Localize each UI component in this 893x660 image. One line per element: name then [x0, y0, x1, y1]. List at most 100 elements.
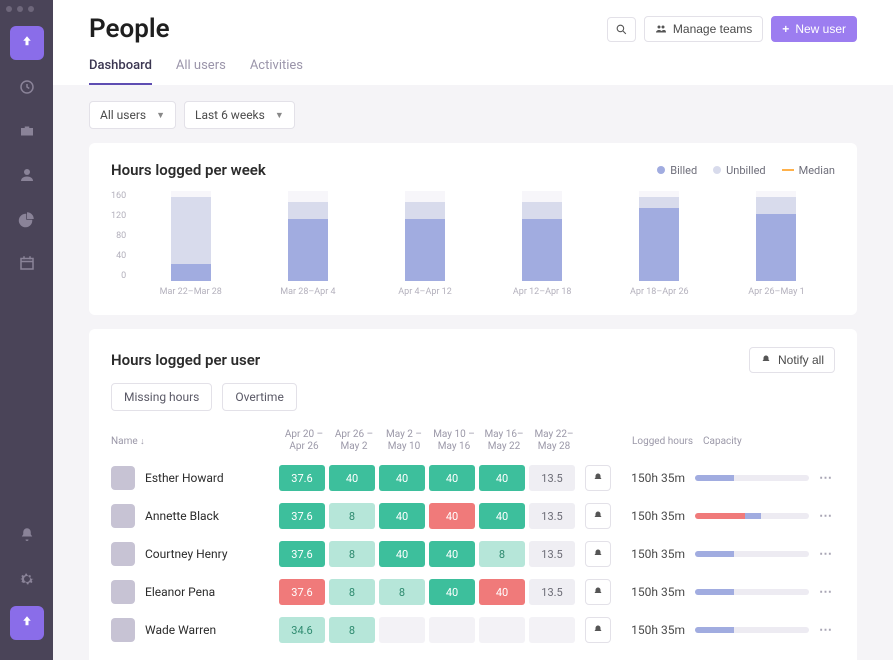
capacity-bar: [695, 475, 809, 481]
avatar: [111, 580, 135, 604]
hours-cell: 8: [329, 541, 375, 567]
col-week: May 10 –May 16: [429, 429, 479, 453]
user-row: Annette Black37.6840404013.5150h 35m⋯: [111, 497, 835, 535]
gear-icon[interactable]: [10, 562, 44, 596]
user-name: Eleanor Pena: [145, 585, 215, 599]
chart-bar: Mar 28–Apr 4: [249, 191, 366, 297]
capacity-bar: [695, 589, 809, 595]
notify-all-button[interactable]: Notify all: [749, 347, 835, 373]
col-logged: Logged hours: [619, 436, 703, 447]
hours-cell: 40: [379, 465, 425, 491]
user-name: Annette Black: [145, 509, 219, 523]
avatar: [111, 466, 135, 490]
user-row: Courtney Henry37.684040813.5150h 35m⋯: [111, 535, 835, 573]
main-area: People Manage teams +New user Dashboard A…: [53, 0, 893, 660]
hours-cell: 40: [329, 465, 375, 491]
user-filter[interactable]: All users▼: [89, 101, 176, 129]
user-row: Esther Howard37.64040404013.5150h 35m⋯: [111, 459, 835, 497]
tab-all-users[interactable]: All users: [176, 58, 226, 85]
hours-cell: 13.5: [529, 579, 575, 605]
user-name: Courtney Henry: [145, 547, 228, 561]
search-button[interactable]: [607, 17, 636, 42]
chevron-down-icon: ▼: [156, 110, 165, 121]
row-more-button[interactable]: ⋯: [817, 471, 835, 486]
manage-teams-button[interactable]: Manage teams: [644, 16, 763, 42]
hours-cell: 8: [329, 503, 375, 529]
user-name: Esther Howard: [145, 471, 224, 485]
col-week: May 16–May 22: [479, 429, 529, 453]
row-more-button[interactable]: ⋯: [817, 509, 835, 524]
row-more-button[interactable]: ⋯: [817, 547, 835, 562]
hours-cell: 40: [429, 465, 475, 491]
hours-cell: 34.6: [279, 617, 325, 643]
hours-cell: 40: [379, 503, 425, 529]
hours-cell: 13.5: [529, 541, 575, 567]
pie-chart-icon[interactable]: [10, 202, 44, 236]
hours-cell: 37.6: [279, 541, 325, 567]
hours-cell: 40: [379, 541, 425, 567]
per-user-card: Hours logged per user Notify all Missing…: [89, 329, 857, 660]
hours-cell: 40: [429, 579, 475, 605]
tab-dashboard[interactable]: Dashboard: [89, 58, 152, 85]
hours-cell: 13.5: [529, 503, 575, 529]
logged-hours: 150h 35m: [611, 585, 695, 599]
chart-bar: Mar 22–Mar 28: [132, 191, 249, 297]
logo-upload-icon[interactable]: [10, 606, 44, 640]
user-row: Eleanor Pena37.688404013.5150h 35m⋯: [111, 573, 835, 611]
col-name[interactable]: Name ↓: [111, 436, 279, 447]
hours-cell: 37.6: [279, 579, 325, 605]
clock-icon[interactable]: [10, 70, 44, 104]
capacity-bar: [695, 513, 809, 519]
hours-cell: 37.6: [279, 465, 325, 491]
capacity-bar: [695, 627, 809, 633]
col-week: Apr 26 –May 2: [329, 429, 379, 453]
col-capacity: Capacity: [703, 436, 817, 447]
hours-cell: 40: [429, 503, 475, 529]
chart-legend: Billed Unbilled Median: [657, 164, 835, 177]
hours-cell: [529, 617, 575, 643]
calendar-icon[interactable]: [10, 246, 44, 280]
chart-bar: Apr 26–May 1: [718, 191, 835, 297]
user-icon[interactable]: [10, 158, 44, 192]
hours-cell: 40: [479, 465, 525, 491]
new-user-button[interactable]: +New user: [771, 16, 857, 42]
notify-user-button[interactable]: [585, 617, 611, 643]
bell-icon[interactable]: [10, 518, 44, 552]
hours-cell: 40: [479, 579, 525, 605]
col-week: Apr 20 –Apr 26: [279, 429, 329, 453]
logged-hours: 150h 35m: [611, 509, 695, 523]
hours-cell: 8: [329, 579, 375, 605]
hours-cell: 8: [379, 579, 425, 605]
briefcase-icon[interactable]: [10, 114, 44, 148]
logged-hours: 150h 35m: [611, 623, 695, 637]
capacity-bar: [695, 551, 809, 557]
row-more-button[interactable]: ⋯: [817, 585, 835, 600]
hours-cell: [479, 617, 525, 643]
notify-user-button[interactable]: [585, 579, 611, 605]
notify-user-button[interactable]: [585, 465, 611, 491]
hours-cell: [429, 617, 475, 643]
chart-bar: Apr 4–Apr 12: [366, 191, 483, 297]
hours-cell: 40: [429, 541, 475, 567]
row-more-button[interactable]: ⋯: [817, 623, 835, 638]
logged-hours: 150h 35m: [611, 547, 695, 561]
hours-cell: 8: [479, 541, 525, 567]
hours-cell: 37.6: [279, 503, 325, 529]
page-title: People: [89, 14, 170, 44]
avatar: [111, 504, 135, 528]
notify-user-button[interactable]: [585, 503, 611, 529]
logged-hours: 150h 35m: [611, 471, 695, 485]
avatar: [111, 542, 135, 566]
date-range-filter[interactable]: Last 6 weeks▼: [184, 101, 295, 129]
page-header: People Manage teams +New user Dashboard A…: [53, 0, 893, 85]
window-controls: [6, 6, 34, 12]
notify-user-button[interactable]: [585, 541, 611, 567]
user-name: Wade Warren: [145, 623, 216, 637]
avatar: [111, 618, 135, 642]
tab-activities[interactable]: Activities: [250, 58, 303, 85]
missing-hours-tab[interactable]: Missing hours: [111, 383, 212, 411]
chevron-down-icon: ▼: [275, 110, 284, 121]
overtime-tab[interactable]: Overtime: [222, 383, 296, 411]
hours-cell: 8: [329, 617, 375, 643]
logo-upload-icon[interactable]: [10, 26, 44, 60]
